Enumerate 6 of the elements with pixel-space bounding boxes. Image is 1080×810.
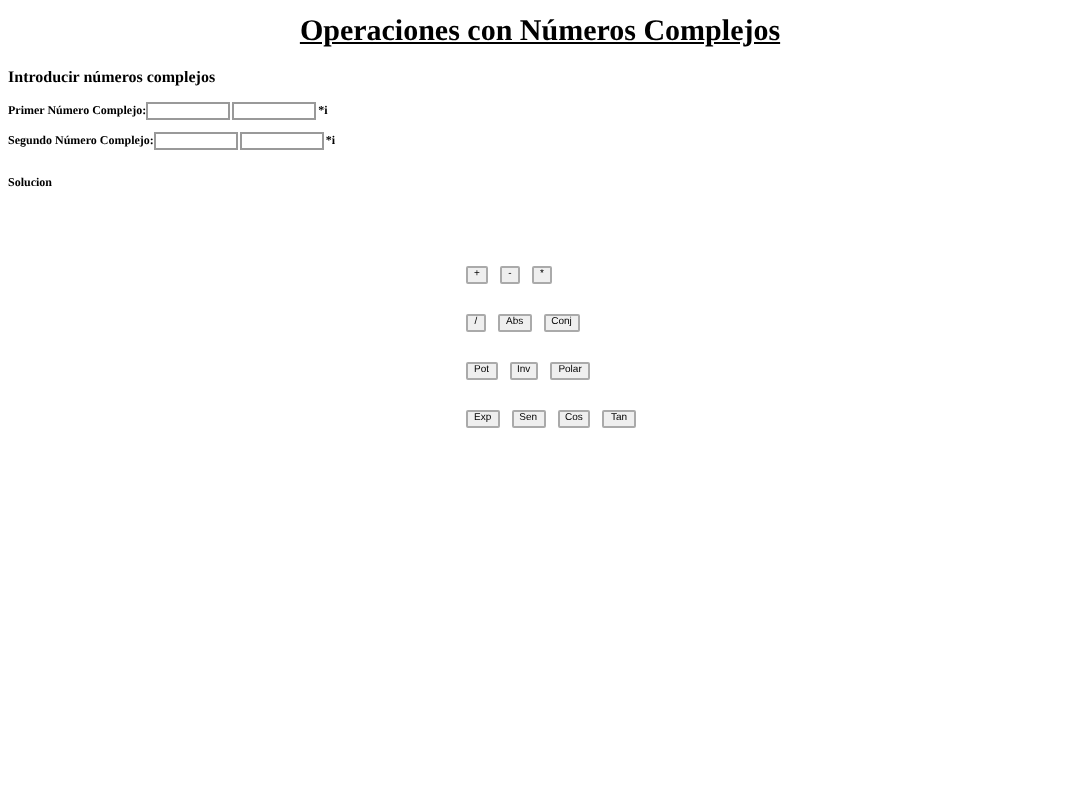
imaginary-part-field[interactable] bbox=[232, 102, 317, 120]
real-part-field[interactable] bbox=[146, 102, 231, 120]
section-heading: Introducir números complejos bbox=[8, 68, 218, 86]
real-part-field[interactable] bbox=[153, 132, 238, 150]
page-title: Operaciones con Números Complejos bbox=[297, 16, 783, 50]
imaginary-part-field[interactable] bbox=[239, 132, 324, 150]
